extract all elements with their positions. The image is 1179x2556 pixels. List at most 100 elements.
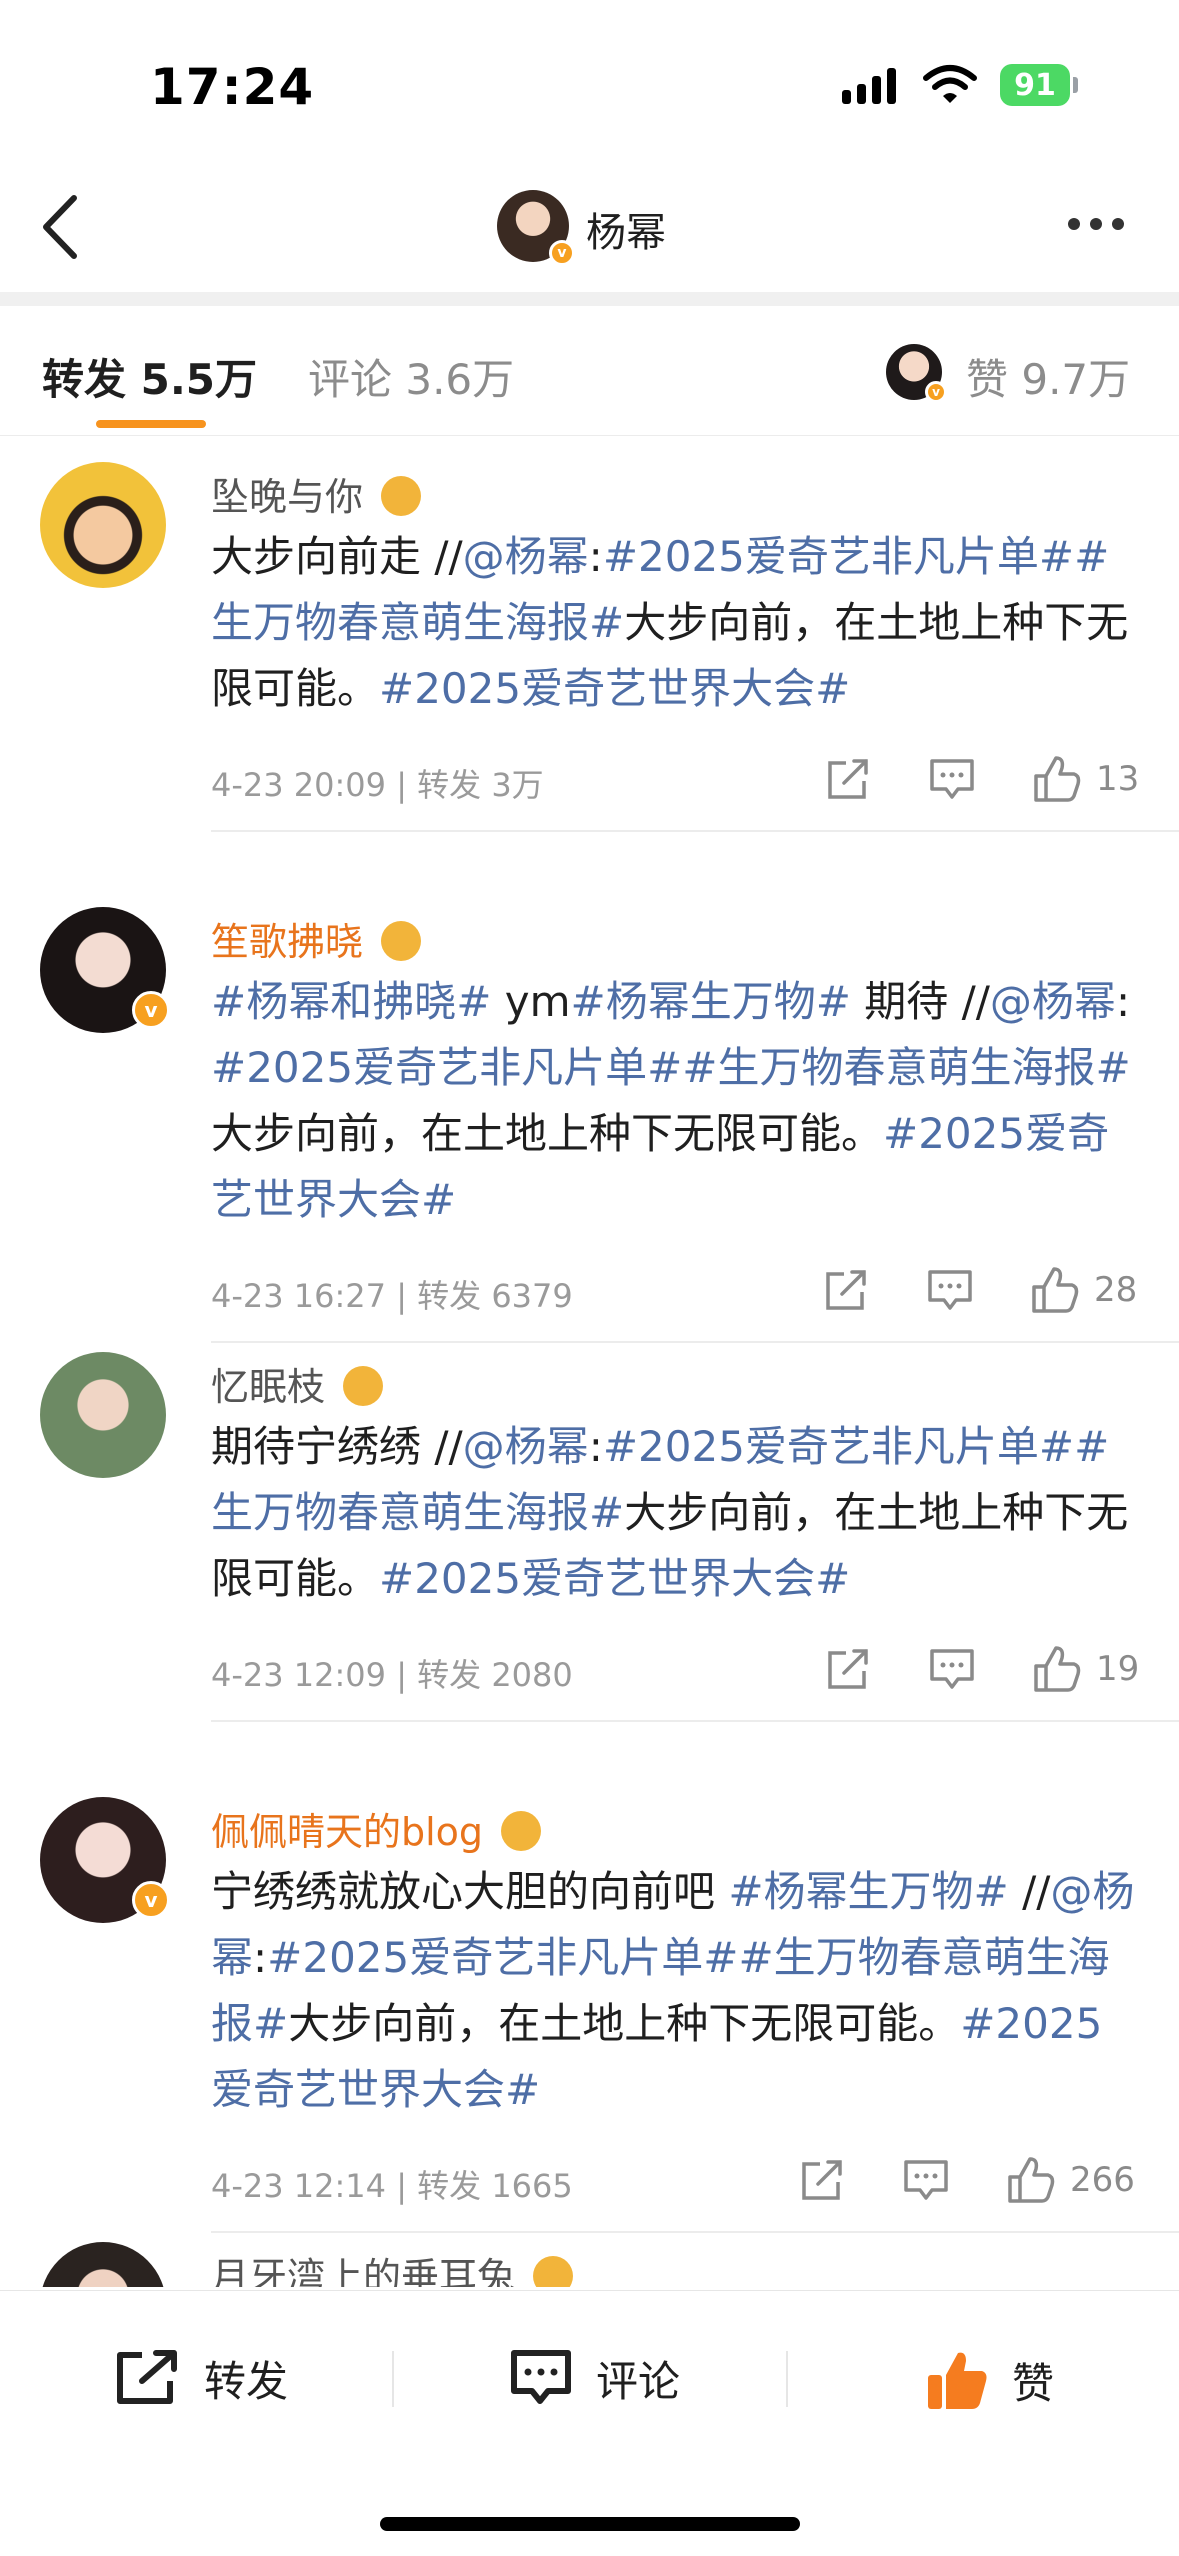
avatar[interactable] [40, 1352, 166, 1478]
thumbs-up-icon[interactable] [1030, 1265, 1080, 1315]
topic-link[interactable]: @杨幂 [990, 977, 1116, 1026]
decoration-badge-icon [381, 921, 422, 961]
verified-badge-icon: v [132, 1881, 170, 1919]
text-segment: ym [491, 977, 571, 1026]
like-label: 赞 [1012, 2358, 1055, 2408]
user-name[interactable]: 笙歌拂晓 [211, 911, 422, 966]
repost-text: #杨幂和拂晓# ym#杨幂生万物# 期待 //@杨幂: #2025爱奇艺非凡片单#… [211, 969, 1141, 1233]
like-count: 13 [1096, 759, 1140, 799]
topic-link[interactable]: @杨幂 [463, 1422, 589, 1471]
item-divider [211, 1341, 1179, 1343]
more-options-icon[interactable] [1068, 218, 1124, 230]
tab-comment[interactable]: 评论 3.6万 [308, 346, 514, 407]
topic-link[interactable]: #杨幂和拂晓# [211, 977, 491, 1026]
topic-link[interactable]: @杨幂 [463, 532, 589, 581]
topic-link[interactable]: #2025爱奇艺非凡片单# [211, 1043, 682, 1092]
topic-link[interactable]: #2025爱奇艺世界大会# [379, 1554, 850, 1603]
share-icon[interactable] [824, 755, 872, 803]
like-button[interactable]: 赞 [924, 2347, 1054, 2413]
user-name[interactable]: 佩佩晴天的blog [211, 1801, 542, 1856]
comment-label: 评论 [596, 2356, 681, 2406]
repost-meta: 4-23 16:27 | 转发 6379 [211, 1277, 573, 1315]
thumbs-up-icon[interactable] [1006, 2155, 1056, 2205]
battery-tip [1073, 77, 1078, 93]
thumbs-up-icon[interactable] [1032, 1644, 1082, 1694]
repost-list: 坠晚与你 大步向前走 //@杨幂:#2025爱奇艺非凡片单##生万物春意萌生海报… [0, 437, 1179, 2287]
text-segment: 大步向前，在土地上种下无限可能。 [211, 1109, 884, 1158]
section-divider [0, 292, 1179, 306]
active-tab-indicator [96, 420, 206, 428]
text-segment: // [1008, 1867, 1051, 1916]
thumbs-up-icon[interactable] [1032, 754, 1082, 804]
text-segment: 大步向前走 // [211, 532, 463, 581]
comment-icon[interactable] [902, 2156, 950, 2204]
text-segment: // [421, 1422, 463, 1471]
user-name[interactable]: 忆眠枝 [211, 1356, 384, 1411]
topic-link[interactable]: #2025爱奇艺非凡片单# [603, 532, 1074, 581]
user-name[interactable]: 坠晚与你 [211, 466, 422, 521]
user-name-text: 佩佩晴天的blog [211, 1810, 484, 1854]
avatar[interactable]: v [40, 1797, 170, 1923]
back-arrow-icon[interactable] [30, 192, 90, 262]
share-icon[interactable] [798, 2156, 846, 2204]
battery-level: 91 [1014, 67, 1056, 103]
verified-badge-icon: v [925, 381, 947, 403]
wifi-icon [923, 65, 977, 103]
bottom-separator [786, 2351, 788, 2407]
comment-icon [511, 2350, 571, 2404]
topic-link[interactable]: #杨幂生万物# [571, 977, 851, 1026]
topic-link[interactable]: #2025爱奇艺非凡片单# [603, 1422, 1074, 1471]
repost-actions: 266 [798, 2155, 1135, 2205]
like-count: 28 [1094, 1270, 1138, 1310]
topic-link[interactable]: #2025爱奇艺世界大会# [379, 664, 850, 713]
tab-like[interactable]: 赞 9.7万 [966, 346, 1130, 407]
repost-actions: 13 [824, 754, 1139, 804]
topic-link[interactable]: #生万物春意萌生海报# [682, 1043, 1130, 1092]
repost-button[interactable]: 转发 [112, 2347, 288, 2409]
item-divider [211, 830, 1179, 832]
text-segment: : [588, 1422, 603, 1471]
user-name-text: 笙歌拂晓 [211, 920, 364, 964]
user-name-text: 忆眠枝 [211, 1365, 326, 1409]
tab-bar: 转发 5.5万 评论 3.6万 v 赞 9.7万 [0, 306, 1179, 436]
repost-icon [117, 2350, 177, 2404]
repost-item: v 笙歌拂晓 #杨幂和拂晓# ym#杨幂生万物# 期待 //@杨幂: #2025爱… [0, 907, 1179, 1343]
decoration-badge-icon [343, 1366, 384, 1406]
bottom-action-bar: 转发 评论 赞 [0, 2290, 1179, 2556]
comment-icon[interactable] [928, 1645, 976, 1693]
repost-meta: 4-23 12:14 | 转发 1665 [211, 2167, 573, 2205]
home-indicator [380, 2517, 800, 2531]
share-icon[interactable] [822, 1266, 870, 1314]
like-count: 19 [1096, 1649, 1140, 1689]
repost-label: 转发 [204, 2356, 289, 2406]
share-icon[interactable] [824, 1645, 872, 1693]
text-segment: : [1115, 977, 1131, 1026]
text-segment: 大步向前，在土地上种下无限可能。 [288, 1999, 961, 2048]
decoration-badge-icon [381, 476, 422, 516]
comment-icon[interactable] [926, 1266, 974, 1314]
verified-badge-icon: v [132, 991, 170, 1029]
text-segment: 期待 // [850, 977, 990, 1026]
status-time: 17:24 [150, 58, 315, 116]
text-segment: : [253, 1933, 268, 1982]
avatar[interactable] [40, 2242, 166, 2287]
repost-actions: 19 [824, 1644, 1139, 1694]
avatar[interactable]: v [40, 907, 170, 1033]
repost-text: 宁绣绣就放心大胆的向前吧 #杨幂生万物# //@杨幂:#2025爱奇艺非凡片单#… [211, 1859, 1141, 2123]
user-name[interactable]: 月牙湾上的垂耳兔 [211, 2246, 574, 2287]
author-avatar[interactable]: v [497, 190, 575, 266]
repost-item: 忆眠枝 期待宁绣绣 //@杨幂:#2025爱奇艺非凡片单##生万物春意萌生海报#… [0, 1352, 1179, 1722]
topic-link[interactable]: #杨幂生万物# [728, 1867, 1008, 1916]
avatar[interactable] [40, 462, 166, 588]
thumbs-up-icon [928, 2352, 987, 2409]
tab-repost[interactable]: 转发 5.5万 [42, 346, 257, 407]
decoration-badge-icon [501, 1811, 542, 1851]
topic-link[interactable]: #2025爱奇艺非凡片单# [267, 1933, 738, 1982]
repost-text: 期待宁绣绣 //@杨幂:#2025爱奇艺非凡片单##生万物春意萌生海报#大步向前… [211, 1414, 1141, 1612]
author-name[interactable]: 杨幂 [586, 200, 666, 258]
comment-icon[interactable] [928, 755, 976, 803]
signal-icon [842, 68, 896, 104]
comment-button[interactable]: 评论 [508, 2347, 680, 2409]
text-segment: 宁绣绣就放心大胆的向前吧 [211, 1867, 729, 1916]
verified-badge-icon: v [549, 240, 575, 266]
